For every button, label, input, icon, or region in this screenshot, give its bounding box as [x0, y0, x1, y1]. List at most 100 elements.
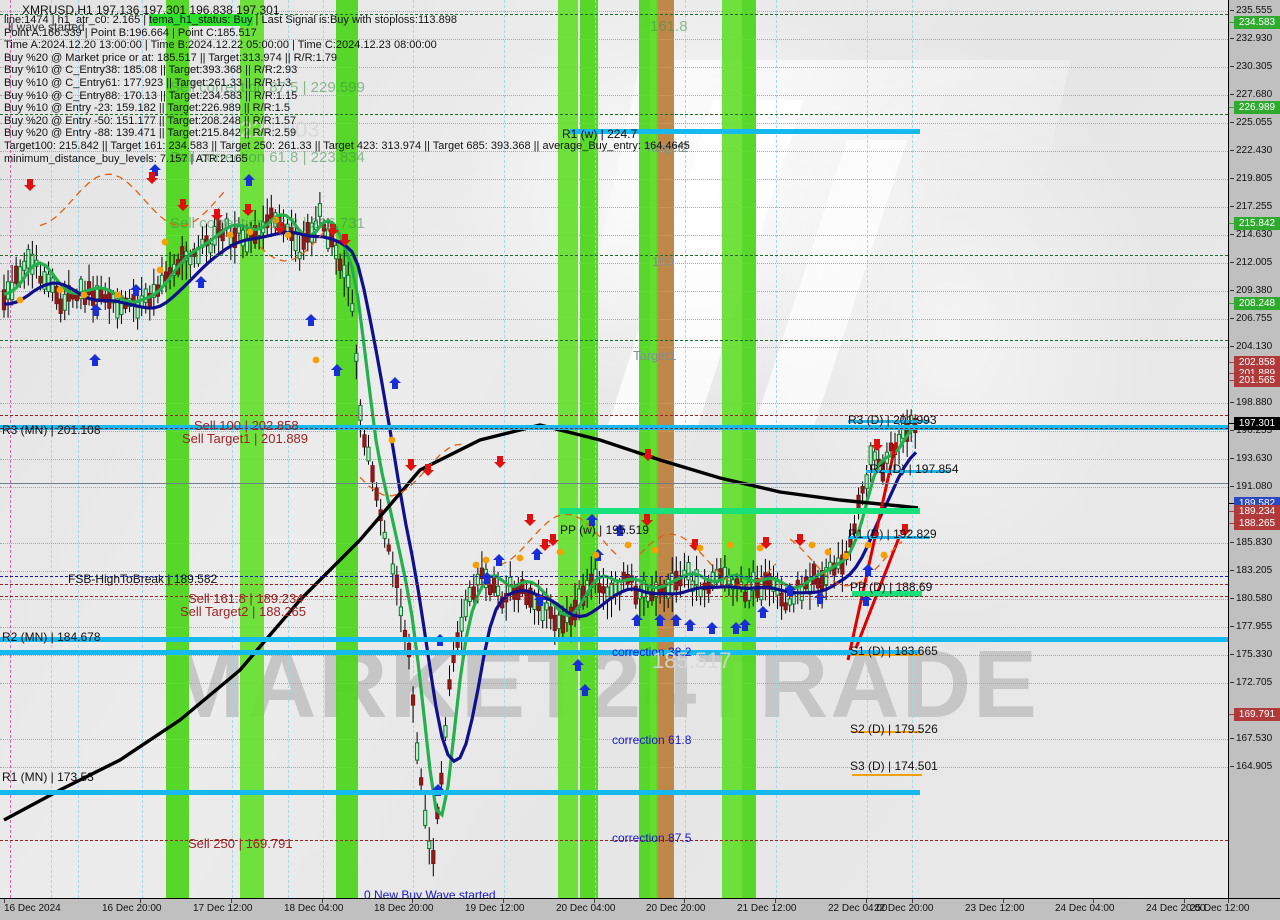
info-line: line:1474 | h1_atr_c0: 2.165 | tema_h1_s… [4, 14, 457, 26]
price-scale[interactable]: 235.555 232.930 230.305 227.680 225.055 222.4… [1228, 0, 1280, 898]
price-level-label: PP (D) | 188.69 [850, 580, 933, 594]
price-badge[interactable]: 197.301 [1234, 417, 1280, 430]
price-badge[interactable]: 215.842 [1234, 217, 1280, 230]
price-tick: 232.930 [1229, 33, 1280, 45]
price-tick-label: 227.680 [1236, 89, 1273, 100]
info-line: Buy %20 @ Market price or at: 185.517 ||… [4, 51, 338, 64]
buy-arrow-icon [389, 377, 401, 389]
price-level-label: 185.517 [652, 648, 732, 673]
time-tick-label: 24 Dec 04:00 [1055, 903, 1115, 914]
price-badge[interactable]: 208.248 [1234, 297, 1280, 310]
signal-star-icon [284, 231, 292, 239]
time-tick-label: 20 Dec 04:00 [556, 903, 616, 914]
price-tick: 227.680 [1229, 89, 1280, 101]
signal-star-icon [388, 436, 396, 444]
sell-arrow-icon [547, 534, 559, 546]
price-tick: 183.205 [1229, 565, 1280, 577]
price-tick: 172.705 [1229, 677, 1280, 689]
chart-plot-area[interactable]: MARKET24TRADE 161.8 Target2 R1 (w) | 224.7… [0, 0, 1228, 898]
price-tick-label: 214.630 [1236, 229, 1273, 240]
price-tick: 230.305 [1229, 61, 1280, 73]
buy-arrow-icon [89, 354, 101, 366]
time-tick-marker [140, 899, 141, 903]
price-level-label: PP (w) | 195.519 [560, 523, 649, 537]
price-level-label: correction 87.5 [612, 831, 692, 845]
price-tick: 225.055 [1229, 117, 1280, 129]
price-level-label: R2 (MN) | 184.678 [2, 630, 101, 644]
price-level-label: R1 (D) | 192.829 [848, 527, 937, 541]
buy-arrow-icon [757, 606, 769, 618]
signal-star-icon [842, 552, 850, 560]
price-level-label: S3 (D) | 174.501 [850, 759, 938, 773]
time-tick-marker [4, 899, 5, 903]
buy-arrow-icon [814, 592, 826, 604]
price-badge[interactable]: 234.583 [1234, 16, 1280, 29]
price-tick: 222.430 [1229, 145, 1280, 157]
signal-star-icon [824, 548, 832, 556]
price-level-label: FSB-HighToBreak | 189.582 [68, 572, 218, 586]
price-tick-label: 191.080 [1236, 481, 1273, 492]
price-tick-label: 209.380 [1236, 285, 1273, 296]
price-tick: 204.130 [1229, 341, 1280, 353]
price-badge[interactable]: 169.791 [1234, 708, 1280, 721]
level-line [852, 774, 922, 776]
price-tick-label: 180.580 [1236, 593, 1273, 604]
price-badge-marker [1229, 380, 1234, 381]
signal-star-icon [156, 266, 164, 274]
price-tick-label: 206.755 [1236, 313, 1273, 324]
buy-arrow-icon [331, 364, 343, 376]
price-tick: 206.755 [1229, 313, 1280, 325]
price-tick-label: 204.130 [1236, 341, 1273, 352]
buy-arrow-icon [739, 619, 751, 631]
price-level-label: Target1 [633, 348, 677, 363]
price-tick: 209.380 [1229, 285, 1280, 297]
level-line [0, 650, 920, 655]
price-tick-label: 219.805 [1236, 173, 1273, 184]
price-tick-label: 230.305 [1236, 61, 1273, 72]
level-line [560, 508, 920, 514]
level-line [0, 596, 1228, 597]
price-badge-marker [1229, 511, 1234, 512]
price-badge[interactable]: 226.989 [1234, 101, 1280, 114]
buy-arrow-icon [305, 314, 317, 326]
level-line [0, 637, 1228, 642]
signal-star-icon [726, 541, 734, 549]
time-tick-label: 16 Dec 20:00 [102, 903, 162, 914]
price-level-label: S2 (D) | 179.526 [850, 722, 938, 736]
time-scale[interactable]: 16 Dec 2024 16 Dec 20:00 17 Dec 12:00 18 De… [0, 898, 1280, 920]
time-tick-marker [503, 899, 504, 903]
signal-star-icon [556, 548, 564, 556]
price-tick: 177.955 [1229, 621, 1280, 633]
indicator-info-block: line:1474 | h1_atr_c0: 2.165 | tema_h1_s… [4, 2, 690, 165]
info-line: Buy %10 @ C_Entry38: 185.08 || Target:39… [4, 64, 298, 77]
price-badge[interactable]: 188.265 [1234, 517, 1280, 530]
buy-arrow-icon [572, 659, 584, 671]
price-level-label: Sell 250 | 169.791 [188, 836, 293, 851]
price-level-label: Sell Target1 | 201.889 [182, 431, 309, 446]
price-level-label: R3 (D) | 201.993 [848, 413, 937, 427]
signal-star-icon [226, 231, 234, 239]
price-level-label: 100 [652, 254, 674, 269]
time-tick-label: 18 Dec 20:00 [374, 903, 434, 914]
price-tick-label: 225.055 [1236, 117, 1273, 128]
buy-arrow-icon [579, 684, 591, 696]
sell-arrow-icon [524, 514, 536, 526]
price-tick: 175.330 [1229, 649, 1280, 661]
time-tick-marker [594, 899, 595, 903]
price-tick: 164.905 [1229, 761, 1280, 773]
sell-arrow-icon [642, 449, 654, 461]
buy-arrow-icon [195, 276, 207, 288]
buy-arrow-icon [243, 174, 255, 186]
price-tick-label: 193.630 [1236, 453, 1273, 464]
info-line: Buy %10 @ Entry -23: 159.182 || Target:2… [4, 102, 290, 115]
price-badge[interactable]: 201.565 [1234, 374, 1280, 387]
price-badge-marker [1229, 223, 1234, 224]
signal-star-icon [56, 286, 64, 294]
price-tick: 180.580 [1229, 593, 1280, 605]
price-level-label: R3 (MN) | 201.108 [2, 423, 101, 437]
time-tick-marker [322, 899, 323, 903]
signal-star-icon [114, 291, 122, 299]
price-level-label: correction 61.8 [612, 733, 692, 747]
chart-window: MARKET24TRADE 161.8 Target2 R1 (w) | 224.7… [0, 0, 1280, 920]
time-tick-marker [912, 899, 913, 903]
